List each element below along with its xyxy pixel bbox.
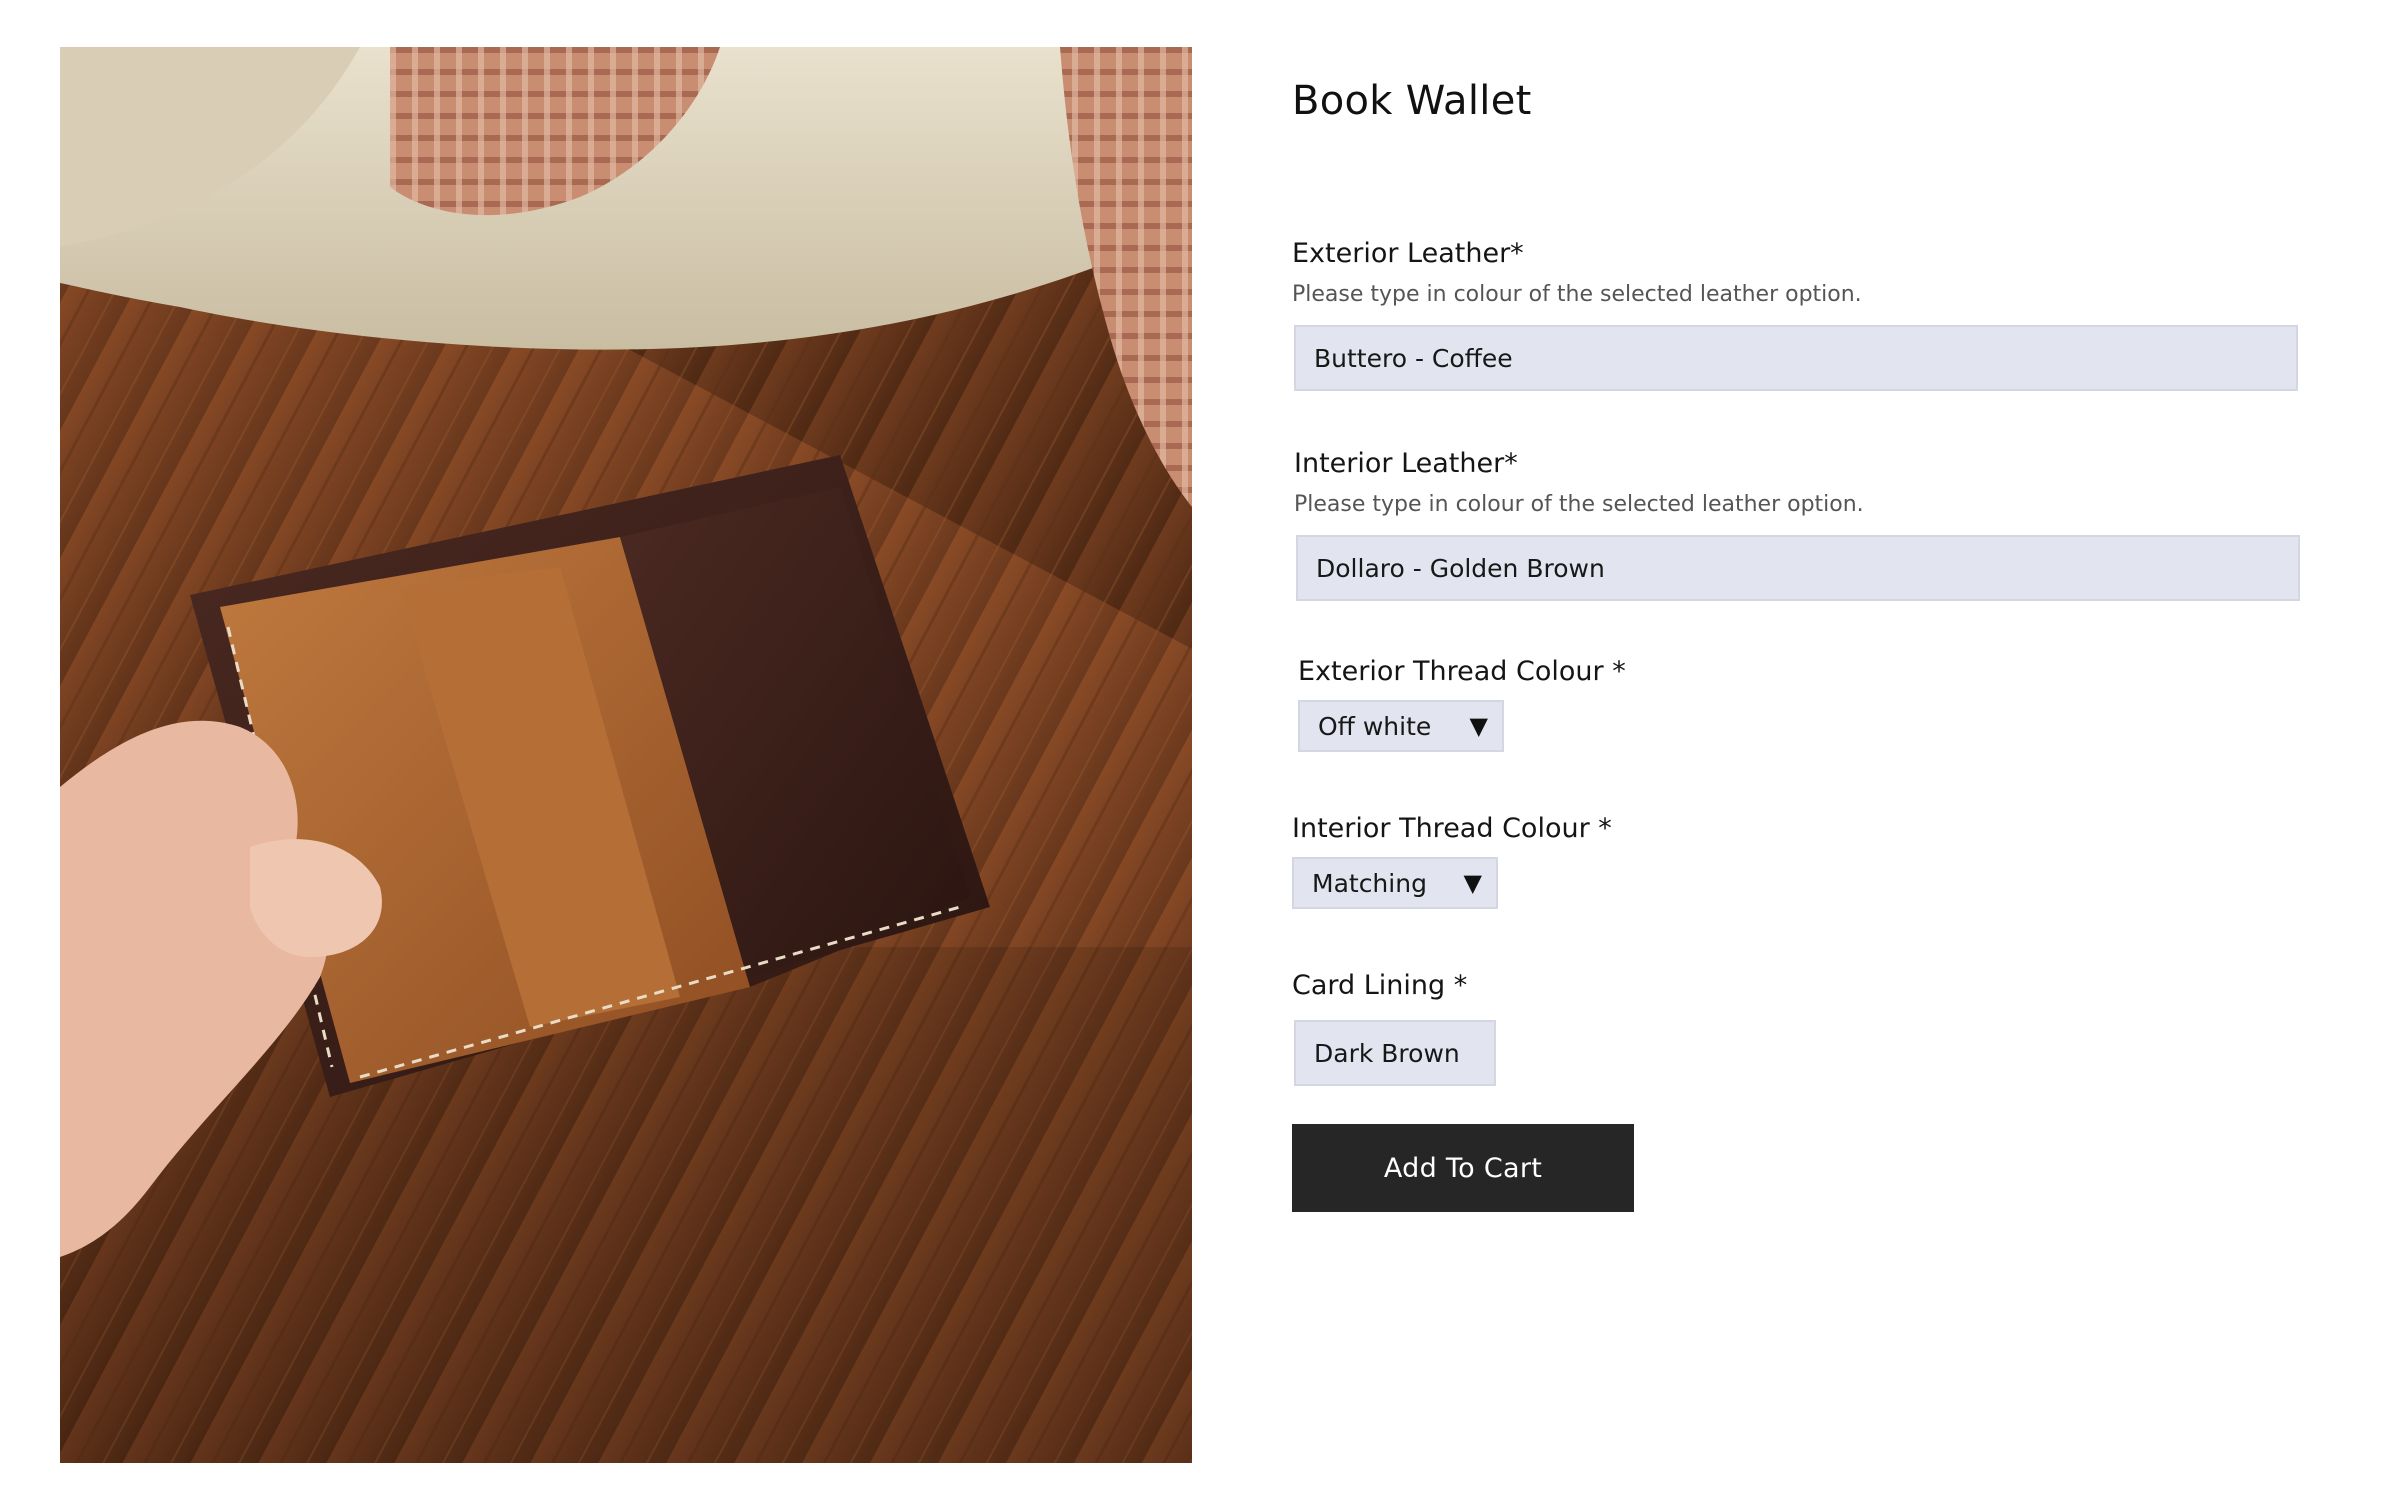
- exterior-thread-label: Exterior Thread Colour *: [1298, 656, 1626, 687]
- interior-leather-label: Interior Leather*: [1294, 448, 1518, 479]
- chevron-down-icon: ▼: [1469, 712, 1488, 740]
- exterior-leather-hint: Please type in colour of the selected le…: [1292, 282, 1862, 307]
- exterior-leather-input[interactable]: [1294, 325, 2298, 391]
- interior-leather-input[interactable]: [1296, 535, 2300, 601]
- add-to-cart-button[interactable]: Add To Cart: [1292, 1124, 1634, 1212]
- exterior-thread-select[interactable]: Off white ▼: [1298, 700, 1504, 752]
- product-options-panel: Book Wallet Exterior Leather* Please typ…: [1292, 0, 2352, 1500]
- card-lining-input[interactable]: [1294, 1020, 1496, 1086]
- interior-thread-label: Interior Thread Colour *: [1292, 813, 1612, 844]
- exterior-thread-selected: Off white: [1318, 711, 1432, 741]
- product-photo: [60, 47, 1192, 1463]
- interior-thread-selected: Matching: [1312, 868, 1427, 898]
- exterior-leather-label: Exterior Leather*: [1292, 238, 1524, 269]
- card-lining-label: Card Lining *: [1292, 970, 1468, 1001]
- wallet-photo-illustration: [60, 47, 1192, 1463]
- interior-leather-hint: Please type in colour of the selected le…: [1294, 492, 1864, 517]
- interior-thread-select[interactable]: Matching ▼: [1292, 857, 1498, 909]
- product-title: Book Wallet: [1292, 78, 1532, 124]
- chevron-down-icon: ▼: [1463, 869, 1482, 897]
